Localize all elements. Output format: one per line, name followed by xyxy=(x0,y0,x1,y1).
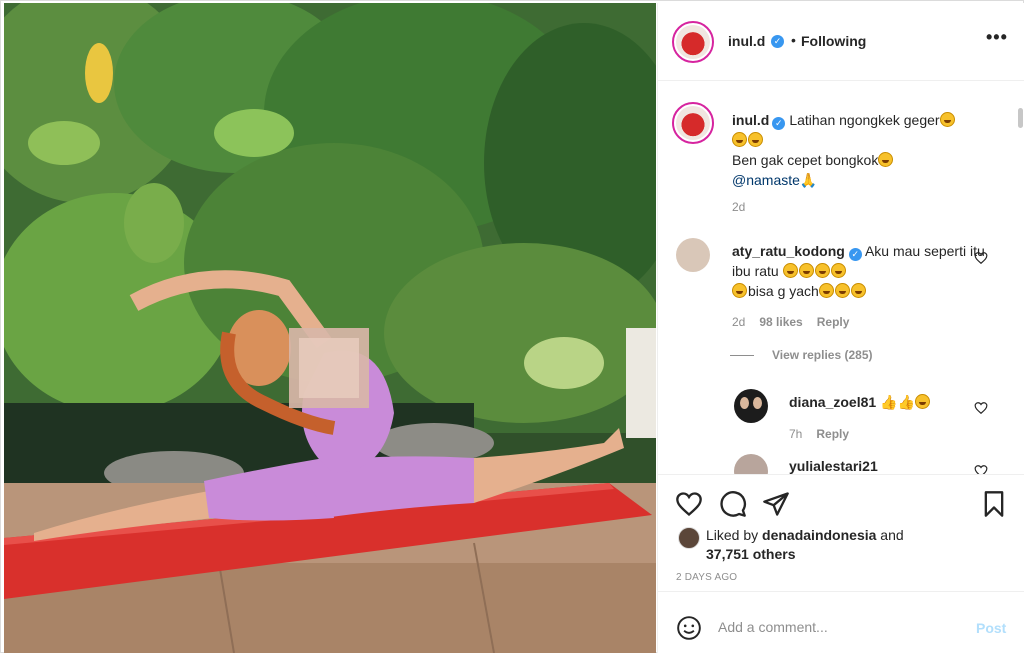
post-sidebar: inul.d ✓ • Following ••• inul.d ✓ Latihan … xyxy=(657,3,1024,653)
reply-username[interactable]: yulialestari21 xyxy=(789,458,878,474)
emoji-picker-icon[interactable] xyxy=(676,615,702,641)
heart-icon[interactable] xyxy=(675,490,703,518)
caption-time[interactable]: 2d xyxy=(732,200,745,214)
share-icon[interactable] xyxy=(762,490,790,518)
caption-avatar[interactable] xyxy=(672,102,714,144)
liker-avatar[interactable] xyxy=(678,527,700,549)
post-header: inul.d ✓ • Following ••• xyxy=(658,3,1024,81)
comment-meta: 2d 98 likes Reply xyxy=(732,315,863,329)
verified-badge-icon: ✓ xyxy=(848,248,862,261)
likes-count[interactable]: 37,751 others xyxy=(706,546,796,562)
rofl-emoji-icon xyxy=(748,132,763,147)
reply-meta: 7h Reply xyxy=(789,427,863,441)
laughing-emoji-icon xyxy=(834,283,850,298)
reply-comment: yulialestari21 xyxy=(789,456,878,474)
verified-badge-icon: ✓ xyxy=(771,35,784,48)
laughing-emoji-icon xyxy=(850,283,866,298)
post-actions: Liked by denadaindonesia and 37,751 othe… xyxy=(658,474,1024,591)
reply-comment: diana_zoel81 👍👍 xyxy=(789,392,931,412)
reply-username[interactable]: diana_zoel81 xyxy=(789,394,876,410)
more-horizontal-icon[interactable]: ••• xyxy=(986,28,1008,50)
laughing-emoji-icon xyxy=(818,283,834,298)
comment-time[interactable]: 2d xyxy=(732,315,745,329)
post-date[interactable]: 2 DAYS AGO xyxy=(676,572,737,583)
reply-button[interactable]: Reply xyxy=(816,427,849,441)
reply-button[interactable]: Reply xyxy=(817,315,850,329)
reply-like-heart-icon[interactable] xyxy=(974,401,988,415)
rofl-emoji-icon xyxy=(939,112,955,127)
reply-like-heart-icon[interactable] xyxy=(974,464,988,474)
comments-list[interactable]: inul.d ✓ Latihan ngongkek geger Ben gak ce… xyxy=(658,82,1024,474)
caption-line-3: Ben gak cepet bongkok xyxy=(732,152,879,168)
reply-avatar[interactable] xyxy=(734,389,768,423)
reply-time[interactable]: 7h xyxy=(789,427,802,441)
likes-summary: Liked by denadaindonesia and 37,751 othe… xyxy=(706,526,904,564)
bookmark-icon[interactable] xyxy=(980,490,1008,518)
comment-icon[interactable] xyxy=(719,490,747,518)
laughing-emoji-icon xyxy=(732,283,747,298)
comment-like-heart-icon[interactable] xyxy=(974,251,988,265)
caption-line-1: Latihan ngongkek geger xyxy=(789,112,940,128)
liker-username[interactable]: denadaindonesia xyxy=(762,527,876,543)
rofl-emoji-icon xyxy=(732,132,747,147)
laughing-emoji-icon xyxy=(798,263,814,278)
liked-by-label: Liked by xyxy=(706,527,759,543)
following-button[interactable]: Following xyxy=(801,33,866,49)
author-avatar[interactable] xyxy=(672,21,714,63)
laughing-emoji-icon xyxy=(814,263,830,278)
separator-dot: • xyxy=(791,32,796,48)
reply-avatar[interactable] xyxy=(734,454,768,474)
mention-link[interactable]: @namaste xyxy=(732,172,800,188)
comments-scrollbar[interactable] xyxy=(1018,108,1023,128)
thumbs-up-icon: 👍👍 xyxy=(880,394,915,410)
post-comment-button[interactable]: Post xyxy=(976,620,1006,636)
folded-hands-icon: 🙏 xyxy=(799,172,818,188)
post-modal: inul.d ✓ • Following ••• inul.d ✓ Latihan … xyxy=(0,0,1024,653)
comment: aty_ratu_kodong ✓ Aku mau seperti itu ibu… xyxy=(732,241,992,301)
author-username[interactable]: inul.d xyxy=(728,33,765,49)
yoga-photo xyxy=(4,3,656,653)
comment-text-2: bisa g yach xyxy=(748,283,819,299)
comment-username[interactable]: aty_ratu_kodong xyxy=(732,243,845,259)
commenter-avatar[interactable] xyxy=(676,238,710,272)
laughing-emoji-icon xyxy=(830,263,846,278)
add-comment-bar: Post xyxy=(658,591,1024,653)
laughing-emoji-icon xyxy=(782,263,798,278)
liked-and: and xyxy=(880,527,904,543)
verified-badge-icon: ✓ xyxy=(772,117,786,130)
rofl-emoji-icon xyxy=(878,152,894,167)
view-replies-button[interactable]: View replies (285) xyxy=(732,348,873,362)
post-photo[interactable] xyxy=(4,3,656,653)
comment-input[interactable] xyxy=(718,612,958,642)
smile-emoji-icon xyxy=(914,394,930,409)
caption-username[interactable]: inul.d xyxy=(732,112,769,128)
post-caption: inul.d ✓ Latihan ngongkek geger Ben gak ce… xyxy=(732,110,992,190)
comment-likes[interactable]: 98 likes xyxy=(759,315,802,329)
